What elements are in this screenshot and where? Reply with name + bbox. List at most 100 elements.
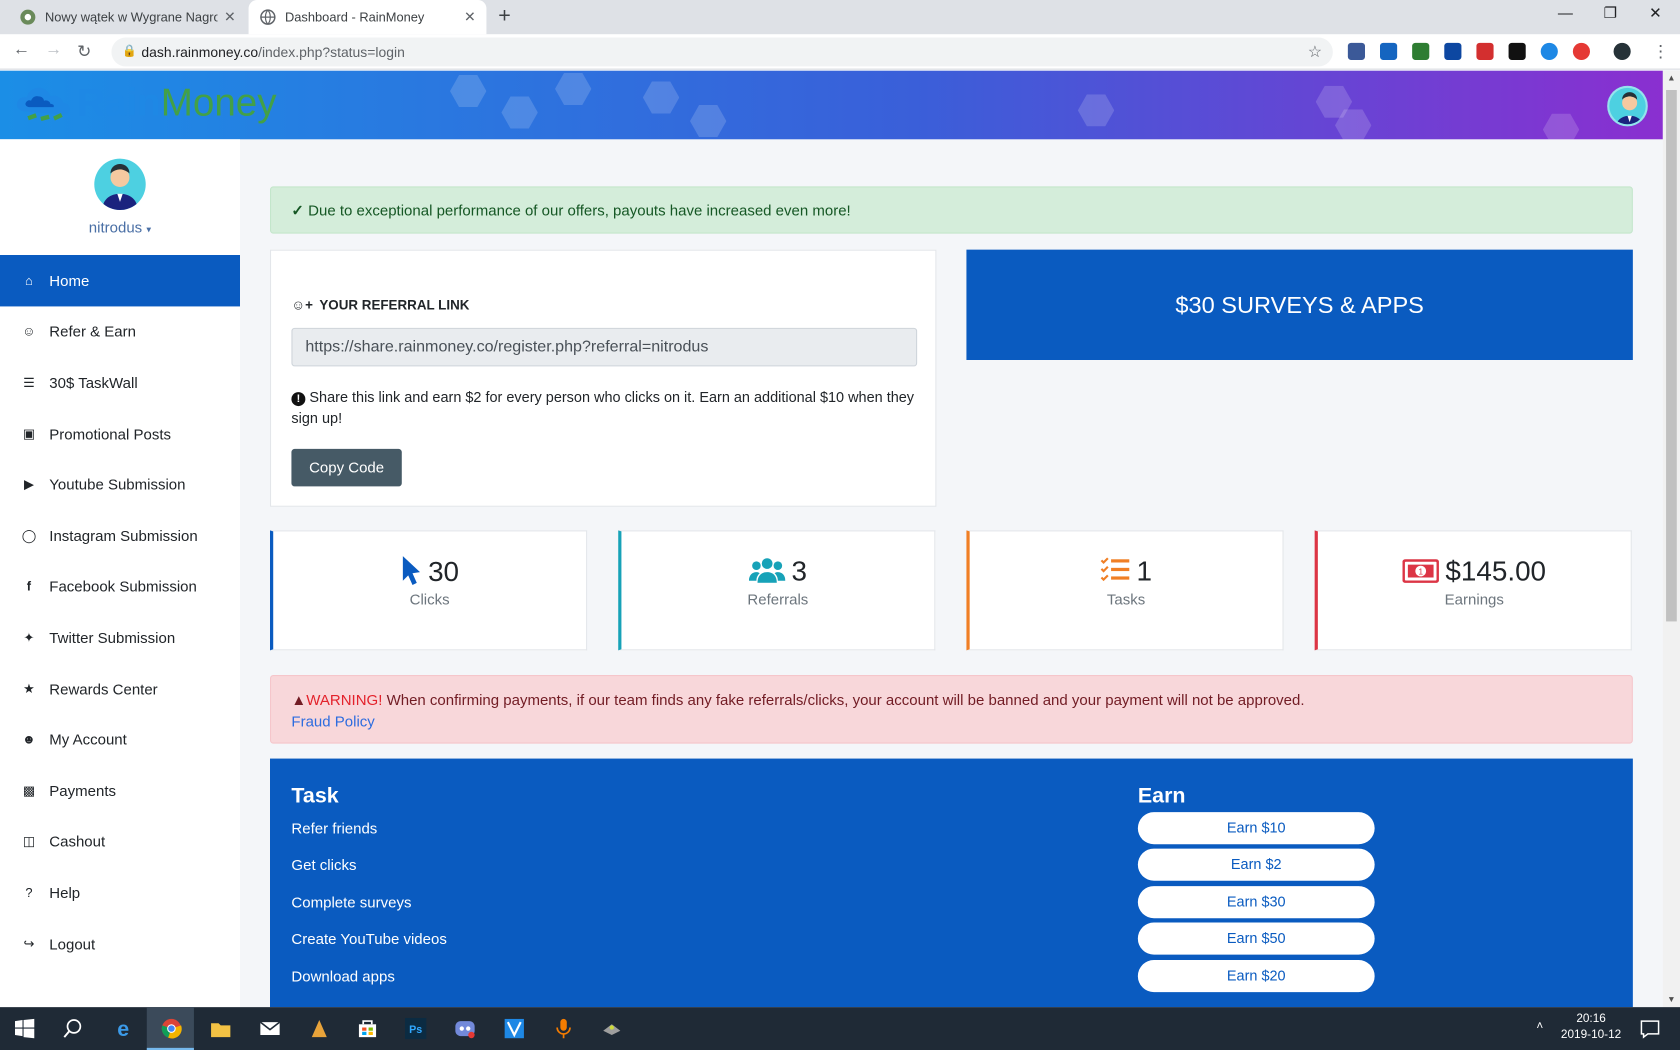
video-editor-icon[interactable] (504, 1018, 525, 1039)
tray-chevron-up-icon[interactable]: ˄ (1536, 1020, 1543, 1033)
earn-button[interactable]: Earn $20 (1137, 960, 1375, 993)
lock-icon: 🔒 (122, 45, 137, 58)
taskbar-clock[interactable]: 20:16 2019-10-12 (1558, 1013, 1624, 1042)
stat-label: Earnings (1444, 590, 1504, 608)
sidebar-item-cashout[interactable]: ◫ Cashout (0, 816, 240, 867)
clock-date: 2019-10-12 (1560, 1028, 1622, 1042)
window-close-icon[interactable]: ✕ (1639, 4, 1671, 22)
scroll-thumb[interactable] (1666, 90, 1677, 622)
search-icon[interactable] (62, 1018, 83, 1039)
hexagon-decoration (555, 72, 592, 106)
url-path: /index.php?status=login (258, 43, 405, 61)
restore-icon[interactable]: ❐ (1594, 4, 1626, 22)
extension-coupon-icon[interactable] (1380, 42, 1398, 61)
extension-news-icon[interactable] (1444, 42, 1462, 61)
sidebar-item-twitter[interactable]: ✦ Twitter Submission (0, 612, 240, 663)
stat-label: Clicks (409, 590, 450, 608)
discord-icon[interactable] (454, 1018, 475, 1039)
sidebar-item-youtube[interactable]: ▶ Youtube Submission (0, 459, 240, 510)
windows-taskbar: e Ps ˄ 20:16 2019-10-12 (0, 1007, 1680, 1050)
sidebar-item-label: My Account (49, 730, 127, 749)
page-scrollbar[interactable]: ▲ ▼ (1662, 70, 1680, 1008)
task-label: Complete surveys (291, 893, 412, 911)
warning-triangle-icon: ▲ (291, 691, 307, 709)
logo-text-rain: Rain (77, 80, 161, 125)
pointer-icon (400, 555, 421, 593)
referral-card: ☺+ YOUR REFERRAL LINK https://share.rainm… (270, 249, 937, 507)
sidebar-item-home[interactable]: ⌂ Home (0, 255, 241, 306)
fraud-policy-link[interactable]: Fraud Policy (291, 713, 374, 730)
bookmark-star-icon[interactable]: ☆ (1308, 38, 1322, 67)
reload-icon[interactable]: ↻ (77, 41, 91, 62)
game-app-icon[interactable] (601, 1018, 622, 1039)
sidebar-item-promotional-posts[interactable]: ▣ Promotional Posts (0, 408, 240, 459)
extension-w-icon[interactable] (1508, 42, 1526, 61)
sidebar-item-label: Youtube Submission (49, 475, 186, 494)
sidebar-item-instagram[interactable]: ◯ Instagram Submission (0, 510, 240, 561)
store-icon[interactable] (357, 1018, 378, 1039)
new-tab-icon[interactable]: + (498, 4, 511, 29)
cloud-logo-icon (16, 87, 70, 122)
earn-button[interactable]: Earn $30 (1137, 886, 1375, 919)
earn-header: Earn (1137, 784, 1186, 808)
extension-red-icon[interactable] (1572, 42, 1591, 61)
sidebar-item-my-account[interactable]: ☻ My Account (0, 714, 240, 765)
sidebar-item-facebook[interactable]: f Facebook Submission (0, 561, 240, 612)
earn-button[interactable]: Earn $50 (1137, 922, 1375, 955)
notification-center-icon[interactable] (1639, 1018, 1660, 1039)
sidebar-item-taskwall[interactable]: ☰ 30$ TaskWall (0, 357, 240, 408)
extension-blue-icon[interactable] (1540, 42, 1558, 61)
sidebar-item-rewards[interactable]: ★ Rewards Center (0, 663, 240, 714)
profile-icon[interactable] (1613, 42, 1631, 61)
edge-browser-icon[interactable]: e (113, 1018, 134, 1039)
address-bar[interactable]: 🔒 dash.rainmoney.co/index.php?status=log… (111, 37, 1333, 67)
surveys-apps-button[interactable]: $30 SURVEYS & APPS (966, 249, 1633, 361)
chrome-icon[interactable] (161, 1018, 182, 1039)
scroll-up-icon[interactable]: ▲ (1667, 73, 1675, 83)
sidebar-item-label: Instagram Submission (49, 526, 198, 545)
mail-icon[interactable] (259, 1018, 281, 1039)
check-icon: ✓ (291, 201, 305, 219)
tab-close-icon[interactable]: ✕ (464, 9, 476, 26)
info-circle-icon: ! (291, 392, 306, 407)
copy-code-button[interactable]: Copy Code (291, 448, 402, 487)
menu-kebab-icon[interactable]: ⋮ (1652, 41, 1669, 62)
microphone-icon[interactable] (553, 1018, 574, 1039)
minimize-icon[interactable]: — (1549, 4, 1581, 21)
app-icon[interactable] (309, 1018, 330, 1039)
back-icon[interactable]: ← (13, 41, 30, 60)
scroll-down-icon[interactable]: ▼ (1667, 994, 1675, 1004)
file-explorer-icon[interactable] (210, 1018, 231, 1039)
tab-close-icon[interactable]: ✕ (224, 9, 236, 26)
sidebar-nav: ⌂ Home ☺ Refer & Earn ☰ 30$ TaskWall ▣ Promo… (0, 255, 241, 969)
list-check-icon (1100, 557, 1130, 590)
svg-text:Ps: Ps (409, 1024, 422, 1036)
stat-card-tasks: 1 Tasks (966, 530, 1284, 651)
warning-text: When confirming payments, if our team fi… (382, 691, 1305, 709)
header-avatar[interactable] (1607, 85, 1648, 127)
extension-facebook-icon[interactable] (1347, 42, 1366, 61)
browser-tab-1[interactable]: Nowy wątek w Wygrane Nagrody ✕ (9, 0, 247, 34)
browser-tab-2[interactable]: Dashboard - RainMoney ✕ (248, 0, 487, 35)
earn-button[interactable]: Earn $2 (1137, 848, 1375, 881)
stat-value: 3 (791, 555, 808, 588)
svg-text:e: e (117, 1018, 129, 1039)
user-dropdown[interactable]: nitrodus ▾ (0, 219, 240, 236)
sidebar-item-logout[interactable]: ↪ Logout (0, 918, 240, 969)
sidebar-item-label: Facebook Submission (49, 577, 197, 596)
extension-pdf-icon[interactable] (1476, 42, 1494, 61)
photoshop-icon[interactable]: Ps (405, 1017, 427, 1040)
earn-button[interactable]: Earn $10 (1137, 812, 1375, 845)
sidebar-item-label: Cashout (49, 832, 106, 850)
url-domain: dash.rainmoney.co (141, 43, 259, 61)
sidebar-item-refer-earn[interactable]: ☺ Refer & Earn (0, 306, 240, 357)
windows-start-icon[interactable] (14, 1018, 35, 1039)
forward-icon[interactable]: → (45, 41, 62, 60)
rainmoney-logo[interactable]: Rain Money (15, 75, 277, 131)
sidebar-item-payments[interactable]: ▩ Payments (0, 765, 240, 816)
stat-label: Tasks (1106, 590, 1146, 608)
extension-recycle-icon[interactable] (1412, 42, 1430, 61)
referral-link-field[interactable]: https://share.rainmoney.co/register.php?… (291, 327, 918, 367)
sidebar-item-help[interactable]: ? Help (0, 867, 240, 918)
sidebar-avatar[interactable] (94, 158, 146, 211)
